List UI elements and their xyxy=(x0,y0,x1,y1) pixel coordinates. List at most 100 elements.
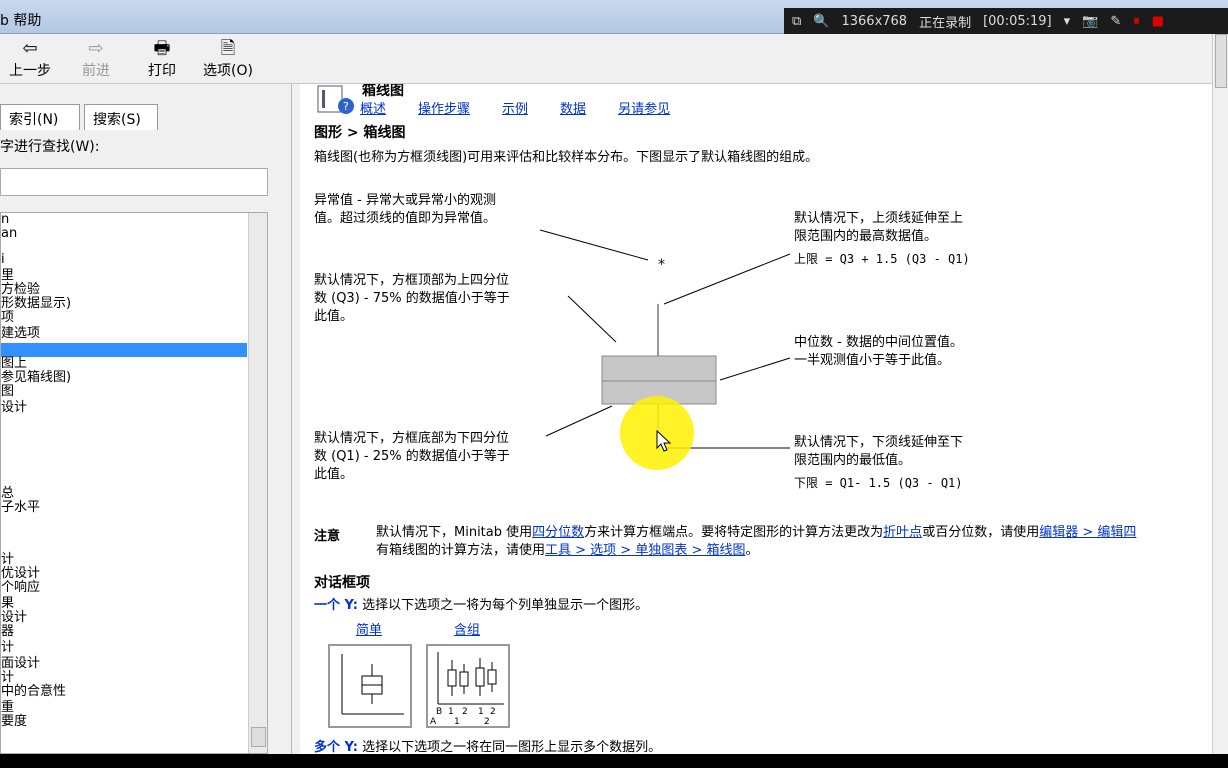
list-item[interactable]: 设计 xyxy=(1,611,27,625)
simple-boxplot-thumbnail[interactable] xyxy=(328,644,412,728)
note-text-part: 或百分位数，请使用 xyxy=(922,525,1040,540)
print-label: 打印 xyxy=(148,63,176,79)
nav-tabs: 索引(N) 搜索(S) xyxy=(0,102,292,130)
list-item[interactable]: 设计 xyxy=(1,401,27,415)
list-item[interactable]: 参见箱线图) xyxy=(1,371,71,385)
list-item[interactable]: 建选项 xyxy=(1,327,40,341)
list-item[interactable]: 果 xyxy=(1,597,14,611)
list-item[interactable]: 计 xyxy=(1,671,14,685)
q1-leader-line xyxy=(545,405,613,437)
navigation-pane: 索引(N) 搜索(S) 字进行查找(W): n an i 里 方检验 形数据显示… xyxy=(0,84,292,768)
content-scroll-thumb[interactable] xyxy=(1215,34,1227,88)
hinges-link[interactable]: 折叶点 xyxy=(883,525,922,540)
list-item[interactable]: 项 xyxy=(1,311,14,325)
q1-note-line: 数 (Q1) - 25% 的数据值小于等于 xyxy=(314,449,510,464)
tab-index[interactable]: 索引(N) xyxy=(0,104,80,130)
median-leader-line xyxy=(719,357,791,381)
list-item[interactable]: 个响应 xyxy=(1,581,40,595)
note-label: 注意 xyxy=(314,529,341,544)
selected-row[interactable] xyxy=(1,343,247,357)
list-item[interactable]: 方检验 xyxy=(1,283,40,297)
axis-label-b: B xyxy=(436,707,442,717)
list-item[interactable]: 计 xyxy=(1,553,14,567)
q1-note: 默认情况下，方框底部为下四分位 数 (Q1) - 25% 的数据值小于等于 此值… xyxy=(314,430,510,484)
forward-label: 前进 xyxy=(82,63,110,79)
list-item[interactable]: 总 xyxy=(1,487,14,501)
outlier-star: * xyxy=(658,257,665,273)
list-item[interactable]: n xyxy=(1,213,9,227)
window-icon[interactable]: ⧉ xyxy=(792,14,801,29)
forward-button[interactable]: ⇨ 前进 xyxy=(66,38,126,80)
screen-bottom-edge xyxy=(0,754,1228,768)
simple-link[interactable]: 简单 xyxy=(356,619,382,638)
list-item[interactable]: 图上 xyxy=(1,357,27,371)
back-button[interactable]: ⇦ 上一步 xyxy=(0,38,60,80)
grouped-boxplot-icon: B 1 2 1 2 A 1 2 xyxy=(430,652,504,727)
one-y-label: 一个 Y: xyxy=(314,598,359,613)
list-item[interactable]: an xyxy=(1,227,17,241)
tab-search-label: 搜索(S) xyxy=(93,112,141,128)
with-groups-link[interactable]: 含组 xyxy=(454,619,480,638)
list-item[interactable]: i xyxy=(1,253,5,267)
content-scrollbar[interactable] xyxy=(1212,34,1228,754)
pause-icon[interactable]: ⏸ xyxy=(1133,14,1140,29)
note-text: 默认情况下，Minitab 使用四分位数方来计算方框端点。要将特定图形的计算方法… xyxy=(376,524,1228,560)
list-scrollbar[interactable] xyxy=(248,213,267,753)
list-item[interactable]: 子水平 xyxy=(1,501,40,515)
q3-note-line: 数 (Q3) - 75% 的数据值小于等于 xyxy=(314,291,510,306)
print-button[interactable]: 🖶 打印 xyxy=(132,38,192,80)
tab-search[interactable]: 搜索(S) xyxy=(84,104,158,130)
axis-label-2: 2 xyxy=(490,707,496,717)
axis-label-1: 1 xyxy=(448,707,454,717)
one-y-desc: 选择以下选项之一将为每个列单独显示一个图形。 xyxy=(362,598,649,613)
recorder-time: [00:05:19] xyxy=(983,13,1052,29)
list-item[interactable]: 图 xyxy=(1,385,14,399)
list-item[interactable]: 要度 xyxy=(1,715,27,729)
q1-note-line: 默认情况下，方框底部为下四分位 xyxy=(314,431,510,446)
quartiles-link[interactable]: 四分位数 xyxy=(532,525,584,540)
median-note-line: 一半观测值小于等于此值。 xyxy=(794,353,951,368)
list-item[interactable]: 面设计 xyxy=(1,657,40,671)
options-icon: 🗎 xyxy=(220,38,236,59)
back-arrow-icon: ⇦ xyxy=(22,38,38,59)
list-scroll-thumb[interactable] xyxy=(251,727,266,747)
note-text-part: 默认情况下，Minitab 使用 xyxy=(376,525,533,540)
axis-label-2: 2 xyxy=(462,707,468,717)
list-item[interactable]: 重 xyxy=(1,701,14,715)
mouse-cursor-icon xyxy=(656,430,672,452)
magnifier-icon[interactable]: 🔍 xyxy=(813,14,829,29)
q3-leader-line xyxy=(567,295,617,343)
find-label: 字进行查找(W): xyxy=(0,139,100,155)
editor-link[interactable]: 编辑器 > 编辑四 xyxy=(1039,525,1136,540)
upper-whisker-note: 默认情况下，上须线延伸至上 限范围内的最高数据值。 上限 = Q3 + 1.5 … xyxy=(794,210,970,268)
pen-icon[interactable]: ✎ xyxy=(1110,14,1121,29)
outlier-note-line: 值。超过须线的值即为异常值。 xyxy=(314,211,497,226)
list-item[interactable]: 形数据显示) xyxy=(1,297,71,311)
lower-limit-formula: 下限 = Q1- 1.5 (Q3 - Q1) xyxy=(794,476,963,490)
printer-icon: 🖶 xyxy=(153,38,171,59)
upper-leader-line xyxy=(663,253,791,305)
axis-label-a: A xyxy=(430,717,437,726)
list-item[interactable]: 里 xyxy=(1,269,14,283)
camera-icon[interactable]: 📷 xyxy=(1082,14,1098,29)
keyword-input[interactable] xyxy=(0,168,268,196)
lower-note-line: 默认情况下，下须线延伸至下 xyxy=(794,435,964,450)
one-y-line: 一个 Y: 选择以下选项之一将为每个列单独显示一个图形。 xyxy=(314,594,648,613)
outlier-leader-line xyxy=(539,229,649,261)
help-window: b 帮助 ⧉ 🔍 1366x768 正在录制 [00:05:19] ▾ 📷 ✎ … xyxy=(0,0,1228,768)
multi-y-line: 多个 Y: 选择以下选项之一将在同一图形上显示多个数据列。 xyxy=(314,736,661,755)
stop-icon[interactable]: ■ xyxy=(1152,14,1164,29)
list-item[interactable]: 中的合意性 xyxy=(1,685,66,699)
dropdown-icon[interactable]: ▾ xyxy=(1064,14,1071,29)
tools-options-link[interactable]: 工具 > 选项 > 单独图表 > 箱线图 xyxy=(545,543,745,558)
list-item[interactable]: 器 xyxy=(1,625,14,639)
options-button[interactable]: 🗎 选项(O) xyxy=(198,38,258,80)
recorder-resolution: 1366x768 xyxy=(841,13,908,29)
options-label: 选项(O) xyxy=(203,63,253,79)
list-item[interactable]: 优设计 xyxy=(1,567,40,581)
tab-index-label: 索引(N) xyxy=(9,112,59,128)
median-note: 中位数 - 数据的中间位置值。 一半观测值小于等于此值。 xyxy=(794,334,963,370)
list-item[interactable]: 计 xyxy=(1,641,14,655)
grouped-boxplot-thumbnail[interactable]: B 1 2 1 2 A 1 2 xyxy=(426,644,510,728)
index-list[interactable]: n an i 里 方检验 形数据显示) 项 建选项 图上 参见箱线图) 图 设计… xyxy=(0,212,268,754)
